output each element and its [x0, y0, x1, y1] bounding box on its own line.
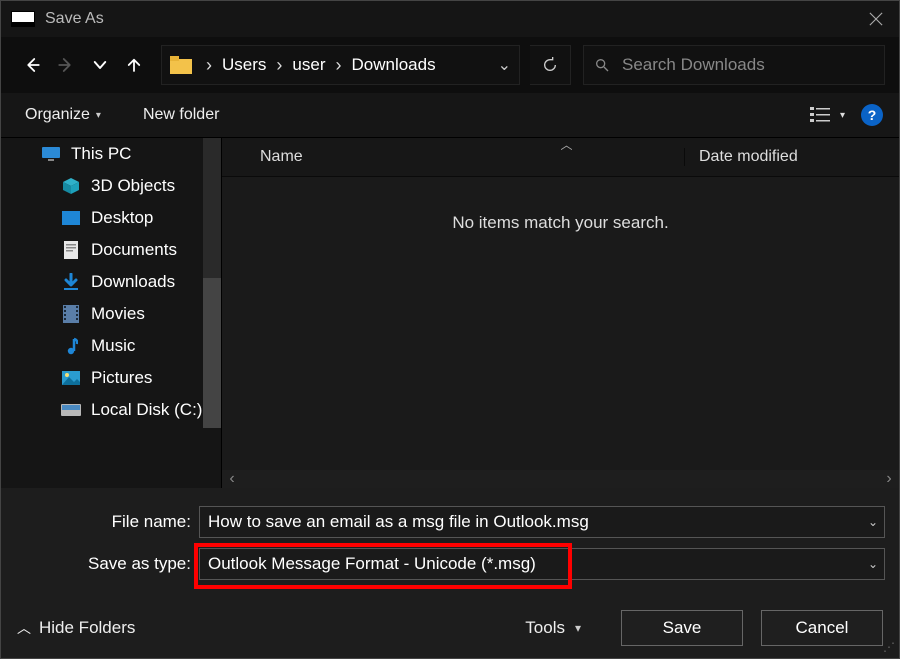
- filename-input[interactable]: How to save an email as a msg file in Ou…: [199, 506, 885, 538]
- chevron-down-icon[interactable]: ⌄: [868, 515, 878, 529]
- chevron-down-icon[interactable]: ⌄: [868, 557, 878, 571]
- tree-node-documents[interactable]: Documents: [1, 234, 221, 266]
- recent-locations-button[interactable]: [83, 48, 117, 82]
- new-folder-button[interactable]: New folder: [135, 102, 227, 128]
- chevron-down-icon: ▾: [575, 621, 581, 635]
- save-button[interactable]: Save: [621, 610, 743, 646]
- back-button[interactable]: [15, 48, 49, 82]
- breadcrumb-item[interactable]: user: [292, 55, 325, 75]
- chevron-right-icon: ›: [206, 55, 212, 76]
- tree-node-pictures[interactable]: Pictures: [1, 362, 221, 394]
- help-button[interactable]: ?: [861, 104, 883, 126]
- tree-node-local-disk[interactable]: Local Disk (C:): [1, 394, 221, 426]
- breadcrumb-item[interactable]: Users: [222, 55, 266, 75]
- desktop-icon: [61, 208, 81, 228]
- column-headers[interactable]: ︿ Name Date modified: [222, 138, 899, 177]
- filename-label: File name:: [15, 512, 199, 532]
- arrow-left-icon: [23, 56, 41, 74]
- chevron-up-icon: ︿: [17, 618, 31, 638]
- film-icon: [61, 304, 81, 324]
- cube-icon: [61, 176, 81, 196]
- arrow-right-icon: [57, 56, 75, 74]
- close-icon: [869, 12, 883, 26]
- chevron-right-icon: ›: [276, 55, 282, 76]
- chevron-down-icon: ▾: [96, 110, 101, 121]
- nav-bar: › Users › user › Downloads ⌄ Search Down…: [1, 37, 899, 93]
- view-list-icon: [810, 106, 832, 124]
- scrollbar-track[interactable]: [203, 138, 221, 298]
- cancel-button[interactable]: Cancel: [761, 610, 883, 646]
- dialog-footer: ︿ Hide Folders Tools ▾ Save Cancel: [1, 598, 899, 658]
- folder-tree[interactable]: This PC 3D Objects Desktop Documents Dow…: [1, 138, 222, 488]
- search-input[interactable]: Search Downloads: [583, 45, 885, 85]
- tree-node-downloads[interactable]: Downloads: [1, 266, 221, 298]
- monitor-icon: [41, 144, 61, 164]
- tree-node-3d-objects[interactable]: 3D Objects: [1, 170, 221, 202]
- chevron-right-icon: ›: [335, 55, 341, 76]
- download-icon: [61, 272, 81, 292]
- chevron-down-icon: [91, 56, 109, 74]
- refresh-icon: [542, 57, 558, 73]
- folder-icon: [170, 54, 192, 76]
- title-bar: Save As: [1, 1, 899, 37]
- image-icon: [61, 368, 81, 388]
- chevron-down-icon: ▾: [840, 110, 845, 121]
- breadcrumb-item[interactable]: Downloads: [351, 55, 435, 75]
- document-icon: [61, 240, 81, 260]
- search-placeholder: Search Downloads: [622, 55, 765, 75]
- close-button[interactable]: [853, 1, 899, 37]
- tree-node-this-pc[interactable]: This PC: [1, 138, 221, 170]
- scroll-right-icon[interactable]: ›: [879, 470, 899, 488]
- empty-message: No items match your search.: [222, 177, 899, 470]
- save-form: File name: How to save an email as a msg…: [1, 488, 899, 598]
- scrollbar-thumb[interactable]: [203, 278, 221, 428]
- tools-button[interactable]: Tools ▾: [525, 618, 581, 638]
- drive-icon: [61, 400, 81, 420]
- refresh-button[interactable]: [530, 45, 571, 85]
- save-type-select[interactable]: Outlook Message Format - Unicode (*.msg)…: [199, 548, 885, 580]
- sort-indicator-icon: ︿: [561, 136, 573, 153]
- tree-node-music[interactable]: Music: [1, 330, 221, 362]
- forward-button[interactable]: [49, 48, 83, 82]
- resize-grip-icon[interactable]: ⋰: [883, 640, 895, 654]
- chevron-down-icon[interactable]: ⌄: [498, 55, 511, 75]
- address-bar[interactable]: › Users › user › Downloads ⌄: [161, 45, 520, 85]
- save-type-label: Save as type:: [15, 554, 199, 574]
- app-icon: [11, 11, 35, 27]
- column-date[interactable]: Date modified: [684, 148, 899, 166]
- column-name[interactable]: Name: [252, 148, 684, 166]
- view-options-button[interactable]: ▾: [810, 106, 845, 124]
- horizontal-scrollbar[interactable]: ‹ ›: [222, 470, 899, 488]
- toolbar: Organize▾ New folder ▾ ?: [1, 93, 899, 137]
- tree-node-desktop[interactable]: Desktop: [1, 202, 221, 234]
- arrow-up-icon: [125, 56, 143, 74]
- music-icon: [61, 336, 81, 356]
- organize-button[interactable]: Organize▾: [17, 102, 109, 128]
- tree-node-movies[interactable]: Movies: [1, 298, 221, 330]
- search-icon: [594, 57, 610, 73]
- up-button[interactable]: [117, 48, 151, 82]
- hide-folders-button[interactable]: ︿ Hide Folders: [17, 618, 135, 638]
- dialog-title: Save As: [45, 10, 104, 28]
- scroll-left-icon[interactable]: ‹: [222, 470, 242, 488]
- file-list: ︿ Name Date modified No items match your…: [222, 138, 899, 488]
